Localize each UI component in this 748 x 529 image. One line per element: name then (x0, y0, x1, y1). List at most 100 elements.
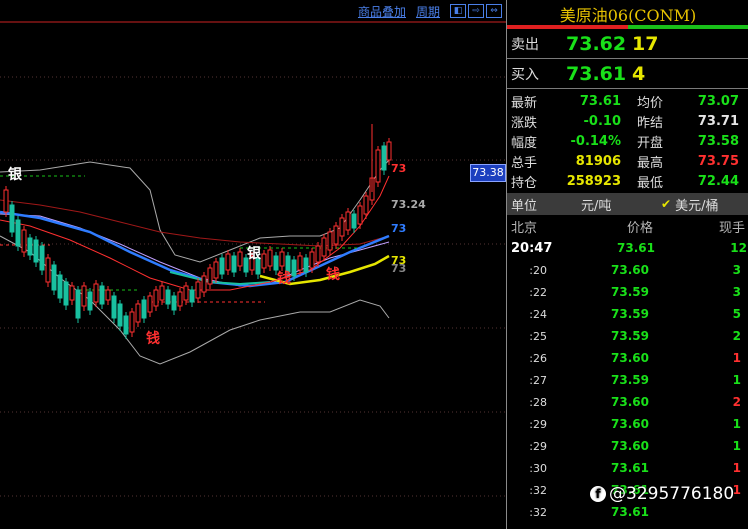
tick-row: :25 73.59 2 (507, 325, 748, 347)
tick-header-time: 北京 (511, 220, 538, 236)
candle-body (147, 295, 153, 313)
candle-body (363, 195, 369, 215)
candle-body (141, 299, 147, 319)
instrument-title: 美原油06(CONM) (507, 0, 748, 29)
tick-list[interactable]: 20:47 73.61 12:20 73.60 3:22 73.59 3:24 73.59 5:… (507, 237, 748, 523)
candle-body (177, 291, 183, 307)
stat-value: -0.10 (583, 113, 621, 129)
candle-body (57, 274, 63, 299)
stat-label-2: 均价 (637, 95, 664, 111)
candle-body (45, 257, 51, 283)
watermark: f @3295776180 (590, 484, 734, 504)
tick-row: :20 73.60 3 (507, 259, 748, 281)
candle-body (171, 295, 177, 311)
tick-row: :29 73.60 1 (507, 413, 748, 435)
tick-row: 20:47 73.61 12 (507, 237, 748, 259)
candle-body (105, 289, 111, 301)
bid-volume: 4 (632, 62, 646, 85)
ma-label-band: 73.24 (391, 198, 426, 211)
ask-volume: 17 (632, 32, 659, 55)
candle-body (381, 145, 387, 171)
candle-body (327, 231, 333, 251)
candle-body (261, 253, 267, 269)
tick-price: 73.60 (611, 439, 649, 453)
ask-label: 卖出 (511, 36, 539, 53)
annotation-silver-2: 银 (247, 246, 261, 262)
candle-body (9, 204, 15, 233)
candle-body (201, 275, 207, 293)
bid-ask-ratio-bar (507, 25, 748, 29)
tick-time: :32 (529, 505, 547, 519)
tick-row: :22 73.59 3 (507, 281, 748, 303)
tick-price: 73.61 (611, 461, 649, 475)
tick-time: 20:47 (511, 240, 553, 256)
tick-header: 北京 价格 现手 (507, 215, 748, 237)
ma-label-fast: 73 (391, 162, 407, 175)
stat-label: 最新 (511, 95, 538, 111)
stat-label: 涨跌 (511, 115, 538, 131)
quote-panel: 美原油06(CONM) 卖出 73.62 17 买入 73.61 4 最新 73.… (506, 0, 748, 529)
stat-row: 最新 73.61 均价 73.07 (507, 91, 748, 111)
arrow-left-icon[interactable]: ◧ (450, 4, 466, 18)
candle-body (183, 285, 189, 301)
instrument-name: 美原油06(CONM) (559, 6, 697, 25)
stat-label-2: 昨结 (637, 115, 664, 131)
candle-body (51, 264, 57, 291)
current-price-tag: 73.38 (470, 164, 506, 182)
ask-row: 卖出 73.62 17 (507, 29, 748, 58)
tick-time: :22 (529, 285, 547, 299)
candle-body (123, 315, 129, 335)
unit-usd-option[interactable]: 美元/桶 (675, 195, 718, 214)
candle-body (33, 239, 39, 263)
tick-volume: 12 (730, 241, 747, 255)
tick-row: :27 73.59 1 (507, 369, 748, 391)
candle-body (213, 261, 219, 279)
tick-time: :26 (529, 351, 547, 365)
tick-time: :32 (529, 483, 547, 497)
candle-body (345, 211, 351, 231)
tick-price: 73.61 (611, 505, 649, 519)
tick-header-volume: 现手 (718, 220, 745, 236)
candle-body (351, 213, 357, 229)
tick-volume: 1 (732, 351, 741, 365)
candle-body (99, 285, 105, 305)
kline-chart[interactable]: 商品叠加 周期 ◧ ⇨ ⇔ 73.38 73 73.24 73 73 73 银 … (0, 0, 506, 529)
candle-body (231, 255, 237, 273)
ma-label-mid: 73 (391, 222, 407, 235)
tick-time: :29 (529, 417, 547, 431)
stat-label: 幅度 (511, 135, 538, 151)
candle-body (219, 257, 225, 275)
tick-volume: 1 (732, 417, 741, 431)
tick-volume: 3 (732, 285, 741, 299)
candle-body (189, 289, 195, 303)
period-link[interactable]: 周期 (416, 3, 440, 20)
watermark-text: @3295776180 (609, 484, 735, 504)
tick-volume: 2 (732, 395, 741, 409)
tick-row: :32 73.61 (507, 501, 748, 523)
overlay-link[interactable]: 商品叠加 (358, 3, 406, 20)
stat-value-2: 73.07 (697, 93, 739, 109)
tick-price: 73.59 (611, 373, 649, 387)
candle-body (297, 255, 303, 271)
arrow-right-icon[interactable]: ⇨ (468, 4, 484, 18)
stat-row: 总手 81906 最高 73.75 (507, 151, 748, 171)
bid-price: 73.61 (566, 62, 627, 85)
tick-price: 73.61 (617, 241, 655, 255)
candle-body (135, 303, 141, 323)
stat-label: 总手 (511, 155, 538, 171)
bid-label: 买入 (511, 66, 539, 83)
tick-time: :27 (529, 373, 547, 387)
stat-label-2: 开盘 (637, 135, 664, 151)
candle-body (21, 229, 27, 253)
chart-toolbar: 商品叠加 周期 ◧ ⇨ ⇔ (358, 2, 502, 20)
tick-row: :26 73.60 1 (507, 347, 748, 369)
stat-value-2: 73.71 (697, 113, 739, 129)
tick-row: :29 73.60 1 (507, 435, 748, 457)
candle-body (207, 267, 213, 285)
stat-label-2: 最高 (637, 155, 664, 171)
candle-body (291, 259, 297, 277)
unit-cny-option[interactable]: 元/吨 (581, 195, 641, 214)
stat-label: 持仓 (511, 175, 538, 191)
tick-row: :28 73.60 2 (507, 391, 748, 413)
arrow-both-icon[interactable]: ⇔ (486, 4, 502, 18)
